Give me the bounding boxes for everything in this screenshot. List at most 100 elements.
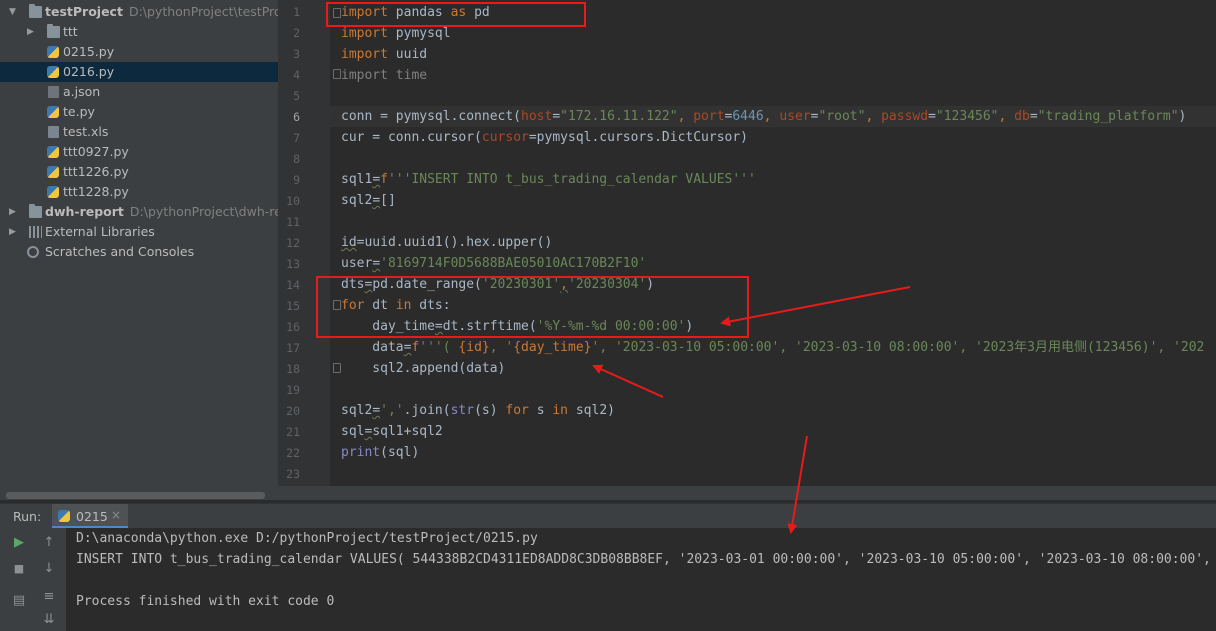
python-file-icon bbox=[47, 66, 59, 78]
folder-icon bbox=[29, 204, 42, 218]
tree-item-label: dwh-report bbox=[45, 204, 124, 219]
run-panel-header: Run: 0215 × bbox=[0, 503, 1216, 529]
tree-item-label: ttt0927.py bbox=[63, 144, 129, 159]
fold-marker-icon[interactable] bbox=[333, 69, 341, 79]
tree-item-path: D:\pythonProject\dwh-report bbox=[129, 204, 278, 219]
stop-icon[interactable]: ■ bbox=[9, 559, 29, 579]
spreadsheet-file-icon bbox=[48, 126, 59, 138]
tree-item-0215[interactable]: 0215.py bbox=[0, 42, 278, 62]
line-number: 18 bbox=[286, 362, 300, 376]
scroll-to-end-icon[interactable]: ⇊ bbox=[39, 610, 59, 630]
tree-item-path: D:\pythonProject\testProject bbox=[128, 4, 278, 19]
line-number: 3 bbox=[293, 47, 300, 61]
line-number: 6 bbox=[293, 110, 300, 124]
project-tree-panel: ▼ testProject D:\pythonProject\testProjec… bbox=[0, 0, 278, 486]
tree-item-a-json[interactable]: a.json bbox=[0, 82, 278, 102]
close-icon[interactable]: × bbox=[111, 508, 121, 522]
console-output[interactable]: D:\anaconda\python.exe D:/pythonProject/… bbox=[66, 528, 1216, 631]
code-line-13[interactable]: user='8169714F0D5688BAE05010AC170B2F10' bbox=[341, 253, 646, 274]
tree-item-label: test.xls bbox=[63, 124, 109, 139]
code-line-20[interactable]: sql2=','.join(str(s) for s in sql2) bbox=[341, 400, 615, 421]
tree-item-label: a.json bbox=[63, 84, 101, 99]
run-tab-0215[interactable]: 0215 × bbox=[52, 504, 128, 529]
tree-item-ttt1228[interactable]: ttt1228.py bbox=[0, 182, 278, 202]
console-line: Process finished with exit code 0 bbox=[76, 594, 335, 609]
console-line: INSERT INTO t_bus_trading_calendar VALUE… bbox=[76, 552, 1211, 567]
code-line-21[interactable]: sql=sql1+sql2 bbox=[341, 421, 443, 442]
python-file-icon bbox=[47, 166, 59, 178]
horizontal-scrollbar[interactable] bbox=[6, 492, 265, 499]
python-file-icon bbox=[58, 510, 70, 522]
tree-item-label: 0216.py bbox=[63, 64, 115, 79]
tree-item-dwh-report[interactable]: ▶ dwh-report D:\pythonProject\dwh-report bbox=[0, 202, 278, 222]
tree-item-label: ttt bbox=[63, 24, 78, 39]
code-line-17[interactable]: data=f'''( {id}, '{day_time}', '2023-03-… bbox=[341, 337, 1204, 358]
code-line-10[interactable]: sql2=[] bbox=[341, 190, 396, 211]
tree-item-ttt[interactable]: ▶ ttt bbox=[0, 22, 278, 42]
folder-icon bbox=[29, 4, 42, 18]
tree-item-scratches[interactable]: Scratches and Consoles bbox=[0, 242, 278, 262]
tree-item-test-xls[interactable]: test.xls bbox=[0, 122, 278, 142]
json-file-icon bbox=[48, 86, 59, 98]
line-number: 20 bbox=[286, 404, 300, 418]
line-number: 22 bbox=[286, 446, 300, 460]
up-arrow-icon[interactable]: ↑ bbox=[39, 533, 59, 553]
fold-marker-icon[interactable] bbox=[333, 363, 341, 373]
run-tab-label: 0215 bbox=[76, 509, 108, 524]
code-line-6[interactable]: conn = pymysql.connect(host="172.16.11.1… bbox=[341, 106, 1186, 127]
line-number: 17 bbox=[286, 341, 300, 355]
tree-item-te[interactable]: te.py bbox=[0, 102, 278, 122]
code-line-3[interactable]: import uuid bbox=[341, 44, 427, 65]
tree-item-label: testProject bbox=[45, 4, 123, 19]
scratches-icon bbox=[27, 246, 39, 258]
line-number: 15 bbox=[286, 299, 300, 313]
collapse-arrow-icon[interactable]: ▶ bbox=[9, 202, 16, 222]
line-number: 14 bbox=[286, 278, 300, 292]
code-line-22[interactable]: print(sql) bbox=[341, 442, 419, 463]
line-number: 7 bbox=[293, 131, 300, 145]
tree-item-0216[interactable]: 0216.py bbox=[0, 62, 278, 82]
layout-icon[interactable]: ▤ bbox=[9, 591, 29, 611]
tree-item-label: ttt1228.py bbox=[63, 184, 129, 199]
code-line-18[interactable]: sql2.append(data) bbox=[341, 358, 505, 379]
code-line-7[interactable]: cur = conn.cursor(cursor=pymysql.cursors… bbox=[341, 127, 748, 148]
tree-item-label: External Libraries bbox=[45, 224, 155, 239]
line-number: 1 bbox=[293, 5, 300, 19]
line-number: 8 bbox=[293, 152, 300, 166]
annotation-box-imports bbox=[326, 2, 586, 27]
python-file-icon bbox=[47, 106, 59, 118]
rerun-icon[interactable]: ▶ bbox=[9, 533, 29, 553]
folder-icon bbox=[47, 24, 60, 38]
run-toolbar: ▶ ↑ ■ ↓ ▤ ≡ ⇊ bbox=[0, 528, 66, 631]
tree-item-label: te.py bbox=[63, 104, 95, 119]
tree-item-label: ttt1226.py bbox=[63, 164, 129, 179]
line-number: 4 bbox=[293, 68, 300, 82]
tree-item-ttt0927[interactable]: ttt0927.py bbox=[0, 142, 278, 162]
line-number: 23 bbox=[286, 467, 300, 481]
line-number: 9 bbox=[293, 173, 300, 187]
code-editor[interactable]: 1 2 3 4 5 6 7 8 9 10 11 12 13 14 15 16 17 18 19 20 21 22 23 im… bbox=[278, 0, 1216, 486]
python-file-icon bbox=[47, 186, 59, 198]
tree-item-testproject[interactable]: ▼ testProject D:\pythonProject\testProjec… bbox=[0, 2, 278, 22]
collapse-arrow-icon[interactable]: ▶ bbox=[27, 22, 34, 42]
code-line-12[interactable]: id=uuid.uuid1().hex.upper() bbox=[341, 232, 552, 253]
line-number: 21 bbox=[286, 425, 300, 439]
code-line-9[interactable]: sql1=f'''INSERT INTO t_bus_trading_calen… bbox=[341, 169, 756, 190]
down-arrow-icon[interactable]: ↓ bbox=[39, 559, 59, 579]
console-line: D:\anaconda\python.exe D:/pythonProject/… bbox=[76, 531, 538, 546]
annotation-box-date-loop bbox=[316, 276, 749, 338]
code-line-4[interactable]: import time bbox=[341, 65, 427, 86]
collapse-arrow-icon[interactable]: ▶ bbox=[9, 222, 16, 242]
expand-arrow-icon[interactable]: ▼ bbox=[9, 2, 16, 22]
soft-wrap-icon[interactable]: ≡ bbox=[39, 587, 59, 607]
tree-item-label: 0215.py bbox=[63, 44, 115, 59]
line-number: 19 bbox=[286, 383, 300, 397]
line-number: 10 bbox=[286, 194, 300, 208]
tree-item-external-libraries[interactable]: ▶ External Libraries bbox=[0, 222, 278, 242]
python-file-icon bbox=[47, 46, 59, 58]
python-file-icon bbox=[47, 146, 59, 158]
line-number: 11 bbox=[286, 215, 300, 229]
line-number: 12 bbox=[286, 236, 300, 250]
line-number: 5 bbox=[293, 89, 300, 103]
tree-item-ttt1226[interactable]: ttt1226.py bbox=[0, 162, 278, 182]
